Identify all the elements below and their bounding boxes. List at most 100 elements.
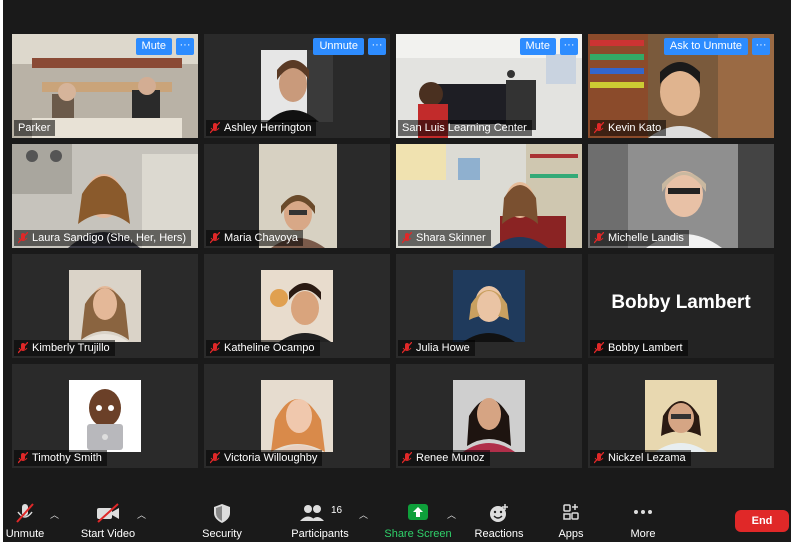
video-tile-maria-chavoya[interactable]: Maria Chavoya <box>204 144 390 248</box>
participant-photo <box>69 380 141 452</box>
participant-name: Maria Chavoya <box>224 232 298 244</box>
participant-nameplate: Julia Howe <box>398 340 475 356</box>
participant-nameplate: Timothy Smith <box>14 450 107 466</box>
participant-name: Kimberly Trujillo <box>32 342 110 354</box>
more-label: More <box>630 528 656 540</box>
mic-muted-icon <box>210 122 220 134</box>
mic-muted-icon <box>210 232 220 244</box>
participants-count: 16 <box>331 505 343 516</box>
video-tile-kevin-kato[interactable]: Ask to Unmute ··· Kevin Kato <box>588 34 774 138</box>
participant-name: Michelle Landis <box>608 232 684 244</box>
participants-button[interactable]: 16 Participants <box>283 494 357 542</box>
reactions-icon <box>490 504 508 522</box>
participant-photo <box>261 380 333 452</box>
participants-label: Participants <box>291 528 349 540</box>
more-options-button[interactable]: ··· <box>752 38 770 55</box>
participants-icon <box>300 505 324 521</box>
video-tile-renee-munoz[interactable]: Renee Munoz <box>396 364 582 468</box>
participant-name: Shara Skinner <box>416 232 486 244</box>
participant-photo <box>645 380 717 452</box>
participant-name: Katheline Ocampo <box>224 342 315 354</box>
participant-photo <box>261 50 333 122</box>
meeting-toolbar: Unmute ︿ Start Video ︿ Security 16 Parti… <box>3 494 791 542</box>
mute-button[interactable]: Mute <box>135 38 172 55</box>
more-options-button[interactable]: ··· <box>176 38 194 55</box>
video-tile-katheline-ocampo[interactable]: Katheline Ocampo <box>204 254 390 358</box>
unmute-button[interactable]: Unmute <box>313 38 364 55</box>
video-tile-julia-howe[interactable]: Julia Howe <box>396 254 582 358</box>
video-tile-san-luis-learning-center[interactable]: Mute ··· San Luis Learning Center <box>396 34 582 138</box>
video-tile-nickzel-lezama[interactable]: Nickzel Lezama <box>588 364 774 468</box>
participant-name: Bobby Lambert <box>608 342 683 354</box>
reactions-button[interactable]: Reactions <box>469 494 529 542</box>
participant-name: Laura Sandigo (She, Her, Hers) <box>32 232 187 244</box>
video-tile-michelle-landis[interactable]: Michelle Landis <box>588 144 774 248</box>
video-tile-victoria-willoughby[interactable]: Victoria Willoughby <box>204 364 390 468</box>
participant-name: Ashley Herrington <box>224 122 312 134</box>
mute-button[interactable]: Mute <box>519 38 556 55</box>
participant-nameplate: Nickzel Lezama <box>590 450 691 466</box>
end-meeting-button[interactable]: End <box>735 510 789 532</box>
unmute-label: Unmute <box>5 528 45 540</box>
apps-button[interactable]: Apps <box>551 494 591 542</box>
participant-nameplate: Laura Sandigo (She, Her, Hers) <box>14 230 192 246</box>
mic-muted-icon <box>594 342 604 354</box>
video-tile-shara-skinner[interactable]: Shara Skinner <box>396 144 582 248</box>
participant-nameplate: Katheline Ocampo <box>206 340 320 356</box>
mic-muted-icon <box>594 122 604 134</box>
start-video-button[interactable]: Start Video <box>75 494 141 542</box>
apps-label: Apps <box>558 528 584 540</box>
more-options-button[interactable]: ··· <box>560 38 578 55</box>
participant-nameplate: Michelle Landis <box>590 230 689 246</box>
share-screen-button[interactable]: Share Screen <box>383 494 453 542</box>
participant-nameplate: Kimberly Trujillo <box>14 340 115 356</box>
participant-name: Victoria Willoughby <box>224 452 318 464</box>
participant-nameplate: Parker <box>14 120 56 136</box>
mic-muted-icon <box>402 452 412 464</box>
participant-name: Parker <box>18 122 51 134</box>
video-tile-laura-sandigo[interactable]: Laura Sandigo (She, Her, Hers) <box>12 144 198 248</box>
mic-muted-icon <box>402 342 412 354</box>
more-button[interactable]: More <box>623 494 663 542</box>
audio-options-chevron-icon[interactable]: ︿ <box>50 508 59 521</box>
participant-name: Timothy Smith <box>32 452 102 464</box>
participants-options-chevron-icon[interactable]: ︿ <box>359 508 368 521</box>
share-screen-label: Share Screen <box>384 528 452 540</box>
mic-muted-icon <box>210 342 220 354</box>
video-tile-bobby-lambert[interactable]: Bobby Lambert Bobby Lambert <box>588 254 774 358</box>
mic-muted-icon <box>594 452 604 464</box>
security-button[interactable]: Security <box>195 494 249 542</box>
share-screen-icon <box>408 504 428 520</box>
participant-nameplate: Maria Chavoya <box>206 230 303 246</box>
mic-muted-icon <box>594 232 604 244</box>
unmute-toolbar-button[interactable]: Unmute <box>3 494 47 542</box>
participant-display-name: Bobby Lambert <box>611 292 751 313</box>
mic-muted-icon <box>210 452 220 464</box>
participant-photo <box>453 380 525 452</box>
start-video-label: Start Video <box>80 528 136 540</box>
video-tile-ashley-herrington[interactable]: Unmute ··· Ashley Herrington <box>204 34 390 138</box>
participant-nameplate: San Luis Learning Center <box>398 120 532 136</box>
video-tile-parker[interactable]: Mute ··· Parker <box>12 34 198 138</box>
video-tile-kimberly-trujillo[interactable]: Kimberly Trujillo <box>12 254 198 358</box>
participant-nameplate: Kevin Kato <box>590 120 667 136</box>
share-options-chevron-icon[interactable]: ︿ <box>447 508 456 521</box>
participant-photo <box>69 270 141 342</box>
more-icon <box>634 510 652 514</box>
participant-name: Julia Howe <box>416 342 470 354</box>
zoom-meeting-window: Mute ··· Parker Unmute ··· Ashley Herrin… <box>3 0 791 542</box>
mic-muted-icon <box>16 503 34 523</box>
video-tile-timothy-smith[interactable]: Timothy Smith <box>12 364 198 468</box>
participant-photo <box>453 270 525 342</box>
reactions-label: Reactions <box>474 528 524 540</box>
participant-nameplate: Renee Munoz <box>398 450 490 466</box>
ask-to-unmute-button[interactable]: Ask to Unmute <box>663 38 748 55</box>
participant-name: Nickzel Lezama <box>608 452 686 464</box>
participant-nameplate: Victoria Willoughby <box>206 450 323 466</box>
mic-muted-icon <box>402 232 412 244</box>
more-options-button[interactable]: ··· <box>368 38 386 55</box>
mic-muted-icon <box>18 232 28 244</box>
security-label: Security <box>202 528 242 540</box>
video-options-chevron-icon[interactable]: ︿ <box>137 508 146 521</box>
apps-icon <box>563 504 579 520</box>
